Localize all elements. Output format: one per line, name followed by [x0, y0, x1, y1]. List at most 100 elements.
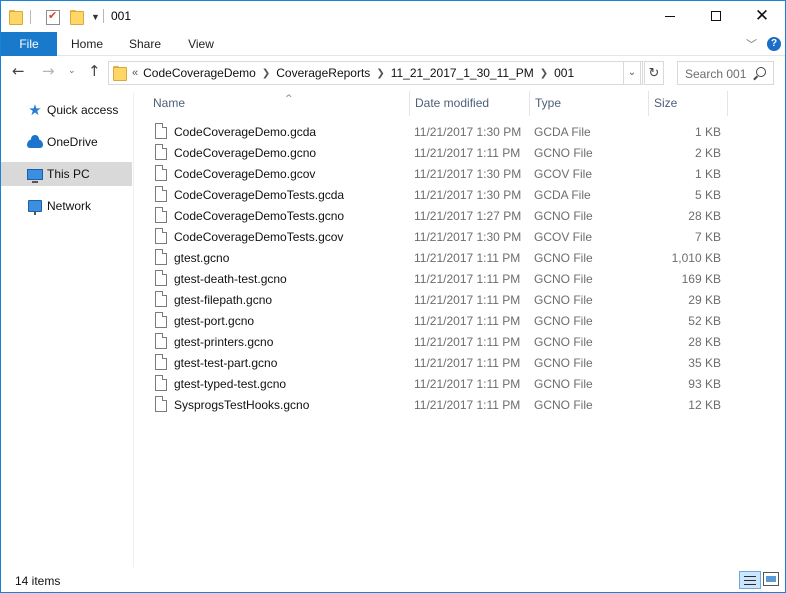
sidebar-item-network[interactable]: Network [1, 194, 132, 218]
breadcrumb-codecoveragedemo[interactable]: CodeCoverageDemo [143, 66, 256, 80]
table-row[interactable]: CodeCoverageDemo.gcov 11/21/2017 1:30 PM G… [148, 163, 728, 184]
file-date-modified: 11/21/2017 1:11 PM [414, 334, 521, 349]
file-icon [155, 375, 167, 391]
item-count: 14 items [15, 574, 61, 588]
file-icon [155, 291, 167, 307]
maximize-button[interactable] [693, 1, 739, 31]
file-name: CodeCoverageDemo.gcov [174, 166, 316, 181]
file-date-modified: 11/21/2017 1:11 PM [414, 271, 521, 286]
file-icon [155, 207, 167, 223]
file-name: SysprogsTestHooks.gcno [174, 397, 310, 412]
table-row[interactable]: gtest.gcno 11/21/2017 1:11 PM GCNO File 1,0… [148, 247, 728, 268]
tab-share[interactable]: Share [121, 32, 169, 56]
expand-ribbon-chevron-icon[interactable]: ﹀ [746, 36, 757, 52]
navigation-bar: ← → ⌄ ↑ « CodeCoverageDemo ❯ CoverageRep… [1, 57, 785, 89]
computer-icon [27, 166, 43, 183]
close-button[interactable]: ✕ [739, 1, 785, 31]
network-icon [27, 198, 43, 215]
file-type: GCOV File [534, 166, 593, 181]
file-name: CodeCoverageDemoTests.gcov [174, 229, 344, 244]
file-icon [155, 228, 167, 244]
file-icon [155, 123, 167, 139]
table-row[interactable]: CodeCoverageDemoTests.gcda 11/21/2017 1:3… [148, 184, 728, 205]
file-date-modified: 11/21/2017 1:30 PM [414, 166, 522, 181]
file-date-modified: 11/21/2017 1:11 PM [414, 313, 521, 328]
sidebar-item-label: OneDrive [47, 135, 98, 149]
help-icon[interactable]: ? [767, 37, 781, 51]
table-row[interactable]: gtest-test-part.gcno 11/21/2017 1:11 PM GC… [148, 352, 728, 373]
navigation-pane: ★ Quick access OneDrive This PC Network [1, 92, 134, 567]
table-row[interactable]: SysprogsTestHooks.gcno 11/21/2017 1:11 PM… [148, 394, 728, 415]
file-date-modified: 11/21/2017 1:11 PM [414, 355, 521, 370]
file-size: 28 KB [688, 334, 721, 349]
file-size: 5 KB [694, 187, 721, 202]
file-type: GCDA File [534, 187, 591, 202]
address-bar[interactable]: « CodeCoverageDemo ❯ CoverageReports ❯ 1… [108, 61, 643, 85]
file-type: GCNO File [534, 397, 593, 412]
address-folder-icon [113, 65, 127, 81]
new-folder-icon[interactable] [70, 9, 84, 25]
address-overflow-icon[interactable]: « [132, 67, 138, 79]
file-type: GCNO File [534, 334, 593, 349]
breadcrumb-coveragereports[interactable]: CoverageReports [276, 66, 370, 80]
customize-toolbar-dropdown-icon[interactable]: ▼ [91, 12, 100, 22]
file-type: GCNO File [534, 271, 593, 286]
table-row[interactable]: gtest-port.gcno 11/21/2017 1:11 PM GCNO Fi… [148, 310, 728, 331]
forward-arrow-icon[interactable]: → [42, 64, 55, 79]
breadcrumb-current-folder[interactable]: 001 [554, 66, 574, 80]
file-size: 7 KB [694, 229, 721, 244]
table-row[interactable]: CodeCoverageDemo.gcno 11/21/2017 1:11 PM G… [148, 142, 728, 163]
table-row[interactable]: gtest-filepath.gcno 11/21/2017 1:11 PM GCN… [148, 289, 728, 310]
file-date-modified: 11/21/2017 1:30 PM [414, 187, 522, 202]
search-input[interactable]: Search 001 [677, 61, 774, 85]
column-header-name[interactable]: ^ Name [148, 91, 408, 116]
table-row[interactable]: gtest-typed-test.gcno 11/21/2017 1:11 PM G… [148, 373, 728, 394]
quick-access-toolbar: ▼ [9, 8, 100, 26]
column-header-size[interactable]: Size [648, 91, 728, 116]
sidebar-item-quick-access[interactable]: ★ Quick access [1, 98, 132, 122]
file-icon [155, 354, 167, 370]
breadcrumb-chevron-icon[interactable]: ❯ [262, 68, 270, 79]
sidebar-item-this-pc[interactable]: This PC [1, 162, 132, 186]
sidebar-item-onedrive[interactable]: OneDrive [1, 130, 132, 154]
large-icons-view-button[interactable] [763, 572, 779, 586]
table-row[interactable]: CodeCoverageDemoTests.gcno 11/21/2017 1:2… [148, 205, 728, 226]
tab-view[interactable]: View [178, 32, 224, 56]
file-name: gtest-printers.gcno [174, 334, 274, 349]
toolbar-divider [30, 10, 31, 24]
recent-locations-chevron-icon[interactable]: ⌄ [68, 67, 76, 76]
back-arrow-icon[interactable]: ← [12, 64, 25, 79]
file-name: CodeCoverageDemoTests.gcno [174, 208, 345, 223]
column-header-date-modified[interactable]: Date modified [409, 91, 529, 116]
breadcrumb-chevron-icon[interactable]: ❯ [376, 68, 384, 79]
search-icon[interactable] [756, 67, 766, 77]
maximize-icon [711, 11, 721, 21]
refresh-icon[interactable]: ↻ [644, 61, 664, 85]
file-type: GCNO File [534, 145, 593, 160]
file-name: CodeCoverageDemoTests.gcda [174, 187, 345, 202]
minimize-button[interactable] [647, 1, 693, 31]
file-name: CodeCoverageDemo.gcno [174, 145, 317, 160]
cloud-icon [27, 134, 43, 150]
breadcrumb-report-folder[interactable]: 11_21_2017_1_30_11_PM [391, 66, 534, 80]
tab-home[interactable]: Home [63, 32, 111, 56]
table-row[interactable]: CodeCoverageDemoTests.gcov 11/21/2017 1:3… [148, 226, 728, 247]
file-type: GCNO File [534, 355, 593, 370]
table-row[interactable]: gtest-printers.gcno 11/21/2017 1:11 PM GCN… [148, 331, 728, 352]
column-header-type[interactable]: Type [529, 91, 648, 116]
file-name: gtest.gcno [174, 250, 230, 265]
file-type: GCDA File [534, 124, 591, 139]
properties-icon[interactable] [46, 9, 60, 25]
table-row[interactable]: CodeCoverageDemo.gcda 11/21/2017 1:30 PM G… [148, 121, 728, 142]
tab-file[interactable]: File [1, 32, 57, 56]
explorer-window: ▼ 001 ✕ File Home Share View ﹀ ? ← → ⌄ ↑… [0, 0, 786, 593]
address-history-dropdown-icon[interactable]: ⌄ [623, 61, 641, 85]
details-view-button[interactable] [739, 571, 761, 589]
file-size: 93 KB [688, 376, 721, 391]
up-arrow-icon[interactable]: ↑ [88, 64, 101, 79]
breadcrumb-chevron-icon[interactable]: ❯ [540, 68, 548, 79]
file-icon [155, 333, 167, 349]
star-icon: ★ [28, 101, 42, 119]
file-size: 35 KB [688, 355, 721, 370]
table-row[interactable]: gtest-death-test.gcno 11/21/2017 1:11 PM G… [148, 268, 728, 289]
